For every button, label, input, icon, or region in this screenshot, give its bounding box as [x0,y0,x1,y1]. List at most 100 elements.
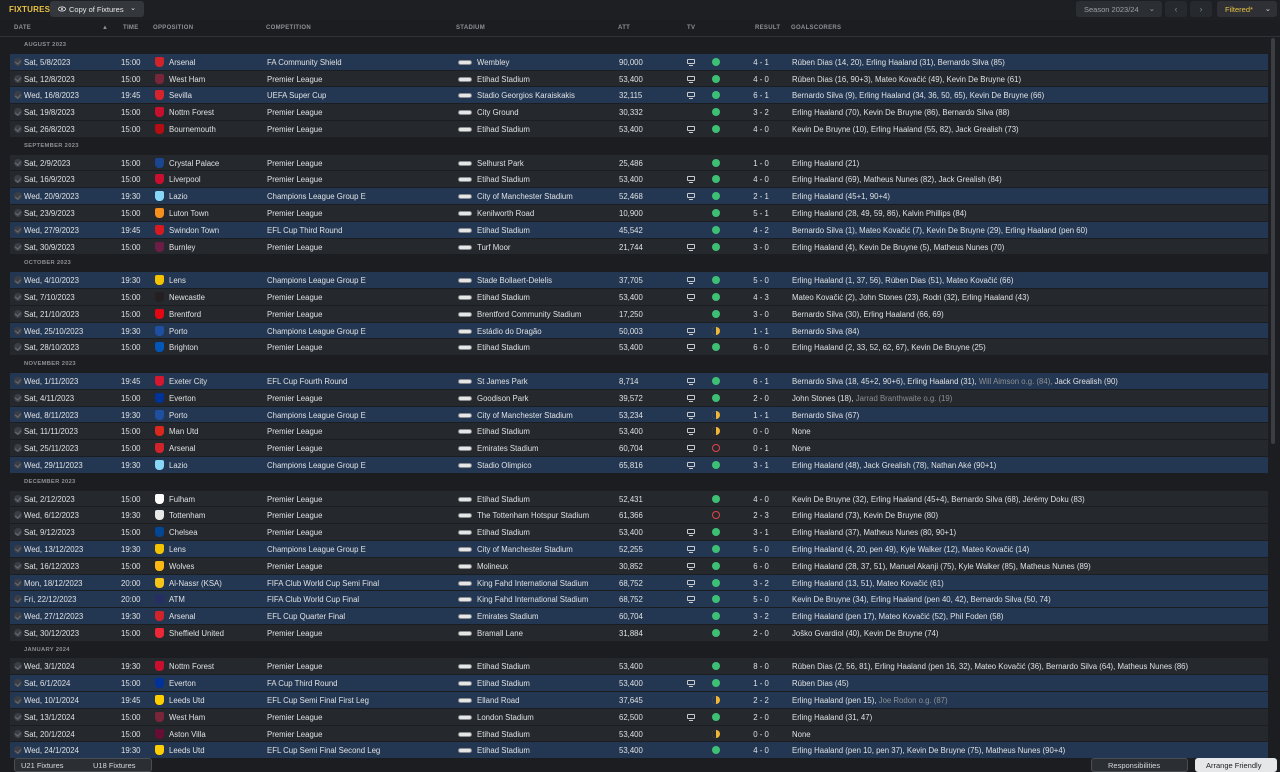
col-time[interactable]: TIME [123,25,139,31]
match-result[interactable]: 6 - 1 [746,377,776,386]
opposition-name[interactable]: Lens [169,276,186,285]
match-result[interactable]: 1 - 0 [746,159,776,168]
check-icon[interactable] [14,192,22,201]
check-icon[interactable] [14,208,22,217]
match-result[interactable]: 4 - 0 [746,75,776,84]
check-icon[interactable] [14,612,22,621]
match-result[interactable]: 1 - 1 [746,327,776,336]
responsibilities-button[interactable]: Responsibilities [1091,758,1188,772]
fixture-row[interactable]: Wed, 27/12/2023 19:30 Arsenal EFL Cup Qu… [10,608,1268,625]
match-result[interactable]: 0 - 0 [746,730,776,739]
col-att[interactable]: ATT [618,25,630,31]
competition-name[interactable]: Premier League [267,562,322,571]
fixture-row[interactable]: Wed, 8/11/2023 19:30 Porto Champions Lea… [10,406,1268,424]
match-result[interactable]: 2 - 0 [746,713,776,722]
fixture-row[interactable]: Wed, 24/1/2024 19:30 Leeds Utd EFL Cup S… [10,742,1268,760]
opposition-name[interactable]: Wolves [169,562,194,571]
fixture-row[interactable]: Wed, 16/8/2023 19:45 Sevilla UEFA Super … [10,87,1268,105]
competition-name[interactable]: EFL Cup Fourth Round [267,377,347,386]
check-icon[interactable] [14,595,22,604]
match-result[interactable]: 0 - 0 [746,427,776,436]
competition-name[interactable]: Premier League [267,528,322,537]
check-icon[interactable] [14,376,22,385]
competition-name[interactable]: Premier League [267,243,322,252]
competition-name[interactable]: Premier League [267,175,322,184]
check-icon[interactable] [14,544,22,553]
fixture-row[interactable]: Wed, 4/10/2023 19:30 Lens Champions Leag… [10,272,1268,289]
season-selector[interactable]: Season 2023/24 ⌄ [1076,1,1162,17]
fixture-row[interactable]: Sat, 7/10/2023 15:00 Newcastle Premier L… [10,288,1268,306]
opposition-name[interactable]: Brighton [169,343,198,352]
opposition-name[interactable]: Fulham [169,495,195,504]
fixture-row[interactable]: Sat, 9/12/2023 15:00 Chelsea Premier Lea… [10,524,1268,541]
match-result[interactable]: 2 - 2 [746,696,776,705]
fixture-row[interactable]: Sat, 20/1/2024 15:00 Aston Villa Premier… [10,725,1268,743]
fixture-row[interactable]: Fri, 22/12/2023 20:00 ATM FIFA Club Worl… [10,591,1268,609]
col-result[interactable]: RESULT [755,25,780,31]
check-icon[interactable] [14,108,22,117]
fixture-row[interactable]: Sat, 12/8/2023 15:00 West Ham Premier Le… [10,70,1268,88]
opposition-name[interactable]: Nottm Forest [169,108,214,117]
match-result[interactable]: 4 - 0 [746,495,776,504]
match-result[interactable]: 3 - 0 [746,243,776,252]
opposition-name[interactable]: Luton Town [169,209,209,218]
fixture-row[interactable]: Sat, 16/12/2023 15:00 Wolves Premier Lea… [10,557,1268,575]
match-result[interactable]: 6 - 0 [746,562,776,571]
scrollbar[interactable] [1271,38,1275,444]
fixture-row[interactable]: Sat, 30/9/2023 15:00 Burnley Premier Lea… [10,238,1268,256]
opposition-name[interactable]: Arsenal [169,58,195,67]
opposition-name[interactable]: Arsenal [169,612,195,621]
competition-name[interactable]: Premier League [267,343,322,352]
competition-name[interactable]: EFL Cup Semi Final First Leg [267,696,369,705]
check-icon[interactable] [14,393,22,402]
prev-season-button[interactable]: ‹ [1165,1,1187,17]
match-result[interactable]: 3 - 1 [746,461,776,470]
competition-name[interactable]: Champions League Group E [267,192,366,201]
opposition-name[interactable]: Al-Nassr (KSA) [169,579,222,588]
check-icon[interactable] [14,309,22,318]
opposition-name[interactable]: Brentford [169,310,201,319]
opposition-name[interactable]: Sevilla [169,91,192,100]
competition-name[interactable]: Premier League [267,394,322,403]
fixture-row[interactable]: Sat, 2/12/2023 15:00 Fulham Premier Leag… [10,490,1268,508]
u18-fixtures-button[interactable]: U18 Fixtures [93,759,136,772]
fixture-row[interactable]: Wed, 6/12/2023 19:30 Tottenham Premier L… [10,507,1268,525]
match-result[interactable]: 3 - 2 [746,612,776,621]
opposition-name[interactable]: Aston Villa [169,730,206,739]
competition-name[interactable]: Premier League [267,125,322,134]
competition-name[interactable]: Premier League [267,75,322,84]
check-icon[interactable] [14,444,22,453]
match-result[interactable]: 4 - 3 [746,293,776,302]
col-date[interactable]: DATE [14,25,31,31]
opposition-name[interactable]: Everton [169,394,196,403]
fixture-row[interactable]: Mon, 18/12/2023 20:00 Al-Nassr (KSA) FIF… [10,574,1268,592]
check-icon[interactable] [14,292,22,301]
competition-name[interactable]: Premier League [267,310,322,319]
competition-name[interactable]: Premier League [267,159,322,168]
check-icon[interactable] [14,225,22,234]
check-icon[interactable] [14,410,22,419]
check-icon[interactable] [14,276,22,285]
fixture-row[interactable]: Wed, 13/12/2023 19:30 Lens Champions Lea… [10,540,1268,558]
fixture-row[interactable]: Sat, 4/11/2023 15:00 Everton Premier Lea… [10,389,1268,407]
check-icon[interactable] [14,242,22,251]
opposition-name[interactable]: Burnley [169,243,195,252]
opposition-name[interactable]: Newcastle [169,293,205,302]
check-icon[interactable] [14,57,22,66]
col-goalscorers[interactable]: GOALSCORERS [791,25,841,31]
match-result[interactable]: 2 - 0 [746,629,776,638]
competition-name[interactable]: Premier League [267,293,322,302]
check-icon[interactable] [14,91,22,100]
competition-name[interactable]: Premier League [267,662,322,671]
match-result[interactable]: 6 - 1 [746,91,776,100]
check-icon[interactable] [14,124,22,133]
opposition-name[interactable]: Crystal Palace [169,159,219,168]
match-result[interactable]: 2 - 1 [746,192,776,201]
opposition-name[interactable]: West Ham [169,75,205,84]
check-icon[interactable] [14,662,22,671]
opposition-name[interactable]: Lens [169,545,186,554]
fixture-row[interactable]: Sat, 26/8/2023 15:00 Bournemouth Premier… [10,120,1268,138]
opposition-name[interactable]: Porto [169,411,188,420]
arrange-friendly-button[interactable]: Arrange Friendly [1195,758,1277,772]
filter-button[interactable]: Filtered* ⌄ [1217,1,1277,17]
